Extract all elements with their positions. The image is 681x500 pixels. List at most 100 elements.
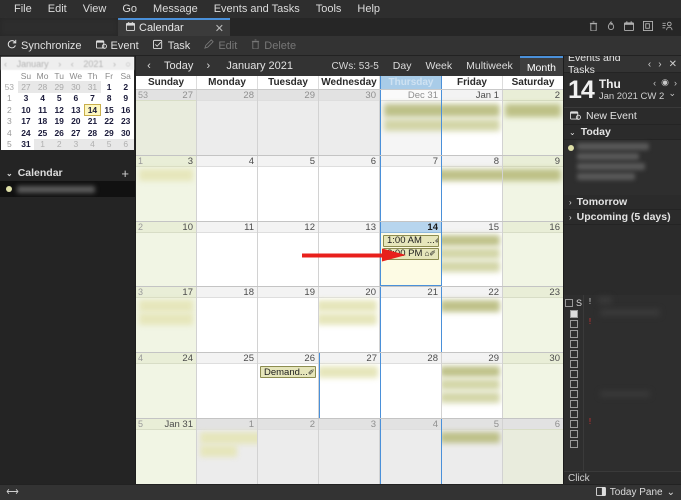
mini-day[interactable]: 7 bbox=[84, 93, 101, 105]
day-cell[interactable]: 13 bbox=[319, 221, 380, 287]
task-checkbox[interactable] bbox=[569, 350, 578, 358]
mini-day[interactable]: 19 bbox=[51, 116, 68, 128]
event-blurred[interactable] bbox=[384, 119, 441, 131]
mini-day[interactable]: 29 bbox=[50, 81, 68, 93]
day-cell[interactable]: 20 bbox=[319, 287, 380, 353]
day-cell[interactable]: 4 24 bbox=[136, 353, 197, 419]
calendar-box-icon[interactable] bbox=[643, 20, 653, 34]
mini-day[interactable]: 4 bbox=[34, 93, 51, 105]
today-pane-toggle[interactable]: Today Pane ⌄ bbox=[595, 486, 675, 499]
contacts-icon[interactable] bbox=[662, 21, 673, 34]
day-cell[interactable]: 30 bbox=[503, 353, 563, 419]
mini-day[interactable]: 30 bbox=[67, 81, 85, 93]
task-select-all-checkbox[interactable] bbox=[564, 299, 573, 307]
tab-calendar[interactable]: Calendar ✕ bbox=[118, 18, 230, 36]
menu-item-tools[interactable]: Tools bbox=[308, 0, 350, 18]
mini-day-today[interactable]: 14 bbox=[84, 104, 101, 116]
day-cell[interactable]: 18 bbox=[197, 287, 258, 353]
day-cell[interactable]: 2 bbox=[258, 419, 319, 484]
event-blurred[interactable] bbox=[442, 379, 500, 391]
mini-prev-year[interactable]: ‹ bbox=[71, 59, 74, 69]
mini-day[interactable]: 28 bbox=[84, 127, 101, 139]
mini-prev-month[interactable]: ‹ bbox=[4, 59, 7, 69]
event-blurred[interactable] bbox=[442, 168, 502, 181]
view-week-button[interactable]: Week bbox=[418, 56, 459, 76]
day-cell[interactable]: 53 27 bbox=[136, 90, 197, 155]
task-checkbox[interactable] bbox=[569, 410, 578, 418]
task-checkbox[interactable] bbox=[569, 310, 578, 318]
task-checkbox[interactable] bbox=[569, 390, 578, 398]
event-blurred[interactable] bbox=[442, 432, 500, 444]
event-blurred[interactable] bbox=[505, 104, 561, 117]
event-blurred[interactable] bbox=[200, 445, 237, 458]
mini-day[interactable]: 23 bbox=[117, 116, 134, 128]
day-cell[interactable]: 1 3 bbox=[136, 155, 197, 221]
close-icon[interactable]: ✕ bbox=[203, 22, 224, 35]
today-pane-date-prev-icon[interactable]: ‹ bbox=[653, 78, 656, 88]
fire-icon[interactable] bbox=[607, 20, 615, 34]
day-cell[interactable]: 7 bbox=[380, 155, 442, 221]
event-blurred[interactable] bbox=[503, 168, 561, 181]
mini-day[interactable]: 15 bbox=[101, 104, 118, 116]
day-cell[interactable]: 30 bbox=[319, 90, 380, 155]
day-cell[interactable]: 2 10 bbox=[136, 221, 197, 287]
event-alarm-icon[interactable]: ⌂✐ bbox=[424, 249, 436, 258]
day-cell-selected[interactable]: 14 1:00 AM ... ✐ 8:00 PM ⌂✐ bbox=[380, 221, 442, 287]
calendar-list-header[interactable]: ⌄ Calendar + bbox=[0, 165, 135, 181]
mini-day[interactable]: 2 bbox=[50, 138, 68, 150]
synchronize-button[interactable]: Synchronize bbox=[0, 36, 89, 56]
mini-day[interactable]: 28 bbox=[34, 81, 51, 93]
day-cell[interactable]: 2 bbox=[503, 90, 563, 155]
event-blurred[interactable] bbox=[139, 168, 193, 181]
day-cell[interactable]: 21 bbox=[380, 287, 442, 353]
menu-item-message[interactable]: Message bbox=[145, 0, 206, 18]
event-blurred[interactable] bbox=[442, 119, 500, 131]
task-checkbox[interactable] bbox=[569, 430, 578, 438]
event-blurred[interactable] bbox=[442, 234, 500, 246]
mini-day[interactable]: 1 bbox=[34, 138, 51, 150]
event-blurred[interactable] bbox=[139, 300, 193, 313]
edit-button[interactable]: Edit bbox=[197, 36, 244, 56]
mini-day[interactable]: 6 bbox=[117, 138, 134, 150]
mini-day[interactable]: 12 bbox=[51, 104, 68, 116]
day-cell[interactable]: 29 bbox=[442, 353, 503, 419]
mini-day[interactable]: 4 bbox=[84, 138, 101, 150]
day-cell[interactable]: 26 Demand... ✐ bbox=[258, 353, 319, 419]
event-item-demand[interactable]: Demand... ✐ bbox=[260, 366, 316, 379]
mini-day[interactable]: 26 bbox=[51, 127, 68, 139]
day-cell[interactable]: 4 bbox=[197, 155, 258, 221]
today-pane-section-upcoming[interactable]: › Upcoming (5 days) bbox=[564, 210, 681, 225]
event-blurred[interactable] bbox=[319, 313, 377, 326]
delete-button[interactable]: Delete bbox=[244, 36, 303, 56]
mini-day[interactable]: 11 bbox=[34, 104, 51, 116]
prev-period-button[interactable]: ‹ bbox=[140, 60, 158, 72]
day-cell[interactable]: 25 bbox=[197, 353, 258, 419]
event-edit-icon[interactable]: ✐ bbox=[435, 236, 438, 245]
today-pane-prev-button[interactable]: ‹ bbox=[648, 59, 651, 70]
mini-day[interactable]: 18 bbox=[34, 116, 51, 128]
today-pane-date-today-icon[interactable]: ◉ bbox=[661, 77, 669, 88]
today-pane-section-today[interactable]: ⌄ Today bbox=[564, 125, 681, 140]
today-pane-date-next-icon[interactable]: › bbox=[674, 78, 677, 88]
mini-day[interactable]: 31 bbox=[18, 139, 35, 151]
chevron-down-icon[interactable]: ⌄ bbox=[6, 169, 13, 178]
task-checkbox[interactable] bbox=[569, 440, 578, 448]
mini-day[interactable]: 24 bbox=[18, 127, 35, 139]
menu-item-go[interactable]: Go bbox=[114, 0, 145, 18]
task-checkbox[interactable] bbox=[569, 420, 578, 428]
day-cell[interactable]: 28 bbox=[197, 90, 258, 155]
mini-day[interactable]: 27 bbox=[68, 127, 85, 139]
go-to-today-button[interactable]: Today bbox=[158, 60, 199, 72]
day-cell[interactable]: 23 bbox=[503, 287, 563, 353]
new-event-button[interactable]: New Event bbox=[564, 107, 681, 125]
task-checkbox[interactable] bbox=[569, 380, 578, 388]
mini-day[interactable]: 20 bbox=[68, 116, 85, 128]
mini-day[interactable]: 2 bbox=[117, 81, 134, 93]
menu-item-edit[interactable]: Edit bbox=[40, 0, 75, 18]
day-cell[interactable]: Jan 1 bbox=[442, 90, 503, 155]
menu-item-help[interactable]: Help bbox=[349, 0, 388, 18]
mini-next-month[interactable]: › bbox=[58, 59, 61, 69]
task-checkbox[interactable] bbox=[569, 400, 578, 408]
day-cell[interactable]: 11 bbox=[197, 221, 258, 287]
mini-day[interactable]: 27 bbox=[17, 81, 35, 93]
